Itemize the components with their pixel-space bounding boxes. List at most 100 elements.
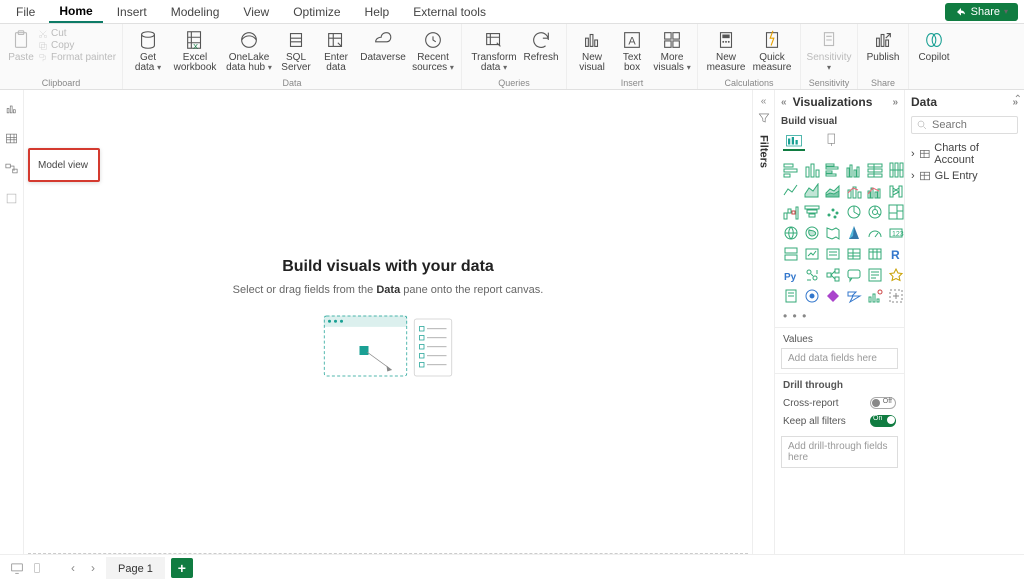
viz-scatter[interactable] — [824, 203, 842, 221]
new-measure-button[interactable]: New measure — [704, 26, 748, 75]
expand-icon[interactable]: » — [892, 97, 898, 108]
viz-map[interactable] — [782, 224, 800, 242]
viz-stacked-column[interactable] — [803, 161, 821, 179]
table-gl-entry[interactable]: › GL Entry — [909, 168, 1020, 184]
viz-100-column[interactable] — [887, 161, 905, 179]
viz-more[interactable]: • • • — [775, 309, 904, 323]
build-tab-fields[interactable] — [783, 131, 805, 151]
model-view-icon[interactable] — [4, 160, 20, 176]
menu-help[interactable]: Help — [355, 2, 400, 22]
viz-line[interactable] — [782, 182, 800, 200]
menu-modeling[interactable]: Modeling — [161, 2, 230, 22]
viz-area[interactable] — [803, 182, 821, 200]
text-box-button[interactable]: AText box — [613, 26, 651, 75]
menu-file[interactable]: File — [6, 2, 45, 22]
share-button[interactable]: Share ▾ — [945, 3, 1018, 21]
viz-paginated[interactable] — [782, 287, 800, 305]
viz-waterfall[interactable] — [782, 203, 800, 221]
viz-clustered-column[interactable] — [845, 161, 863, 179]
viz-donut[interactable] — [866, 203, 884, 221]
transform-data-button[interactable]: Transform data ▾ — [468, 26, 520, 75]
viz-shape-map[interactable] — [824, 224, 842, 242]
viz-powerapps[interactable] — [824, 287, 842, 305]
cross-report-toggle[interactable]: Off — [870, 397, 896, 409]
viz-python[interactable]: Py — [782, 266, 800, 284]
build-tab-format[interactable] — [821, 131, 843, 151]
viz-custom[interactable] — [887, 287, 905, 305]
viz-funnel[interactable] — [803, 203, 821, 221]
viz-matrix[interactable] — [866, 245, 884, 263]
viz-azure-map[interactable] — [845, 224, 863, 242]
viz-pie[interactable] — [845, 203, 863, 221]
menu-external-tools[interactable]: External tools — [403, 2, 496, 22]
table-view-icon[interactable] — [4, 130, 20, 146]
viz-table[interactable] — [845, 245, 863, 263]
viz-line-stacked-column[interactable] — [845, 182, 863, 200]
viz-ribbon[interactable] — [887, 182, 905, 200]
format-painter-button[interactable]: Format painter — [38, 52, 116, 63]
viz-narrative[interactable] — [866, 266, 884, 284]
viz-qa[interactable] — [845, 266, 863, 284]
publish-button[interactable]: Publish — [864, 26, 902, 65]
prev-page-icon[interactable]: ‹ — [66, 561, 80, 575]
search-input[interactable] — [932, 119, 1013, 131]
enter-data-button[interactable]: Enter data — [317, 26, 355, 75]
menu-home[interactable]: Home — [49, 1, 102, 23]
dataverse-button[interactable]: Dataverse — [357, 26, 409, 65]
viz-kpi[interactable] — [803, 245, 821, 263]
viz-stacked-area[interactable] — [824, 182, 842, 200]
table-charts-of-account[interactable]: › Charts of Account — [909, 140, 1020, 168]
search-box[interactable] — [911, 116, 1018, 134]
refresh-button[interactable]: Refresh — [522, 26, 560, 65]
menu-optimize[interactable]: Optimize — [283, 2, 350, 22]
desktop-layout-icon[interactable] — [10, 561, 24, 575]
menu-view[interactable]: View — [233, 2, 279, 22]
viz-card[interactable]: 123 — [887, 224, 905, 242]
new-visual-button[interactable]: New visual — [573, 26, 611, 75]
excel-button[interactable]: XExcel workbook — [169, 26, 221, 75]
viz-multi-card[interactable] — [782, 245, 800, 263]
add-page-button[interactable]: + — [171, 558, 193, 578]
viz-automate[interactable] — [845, 287, 863, 305]
copilot-button[interactable]: Copilot — [915, 26, 953, 65]
viz-arcgis[interactable] — [803, 287, 821, 305]
keep-filters-toggle[interactable]: On — [870, 415, 896, 427]
viz-stacked-bar[interactable] — [782, 161, 800, 179]
viz-spark-bar[interactable] — [866, 287, 884, 305]
quick-measure-button[interactable]: Quick measure — [750, 26, 794, 75]
drill-drop[interactable]: Add drill-through fields here — [781, 436, 898, 468]
report-view-icon[interactable] — [4, 100, 20, 116]
cut-button[interactable]: Cut — [38, 28, 116, 39]
paste-button[interactable]: Paste — [6, 26, 36, 65]
mobile-layout-icon[interactable] — [30, 561, 44, 575]
sensitivity-button[interactable]: Sensitivity▾ — [807, 26, 851, 75]
dax-view-icon[interactable] — [4, 190, 20, 206]
recent-sources-button[interactable]: Recent sources ▾ — [411, 26, 455, 75]
viz-decomposition[interactable] — [824, 266, 842, 284]
viz-gauge[interactable] — [866, 224, 884, 242]
viz-r[interactable]: R — [887, 245, 905, 263]
copy-button[interactable]: Copy — [38, 40, 116, 51]
expand-left-icon[interactable]: « — [761, 96, 767, 107]
page-tab-1[interactable]: Page 1 — [106, 557, 165, 579]
viz-filled-map[interactable] — [803, 224, 821, 242]
viz-goals[interactable] — [887, 266, 905, 284]
get-data-button[interactable]: Get data ▾ — [129, 26, 167, 75]
menu-insert[interactable]: Insert — [107, 2, 157, 22]
onelake-button[interactable]: OneLake data hub ▾ — [223, 26, 275, 75]
viz-slicer[interactable] — [824, 245, 842, 263]
collapse-icon[interactable]: « — [781, 97, 787, 108]
viz-clustered-bar[interactable] — [824, 161, 842, 179]
values-drop[interactable]: Add data fields here — [781, 348, 898, 369]
viz-key-influencer[interactable] — [803, 266, 821, 284]
canvas-subtitle: Select or drag fields from the Data pane… — [233, 284, 544, 296]
ribbon-collapse-icon[interactable]: ⌃ — [1014, 94, 1022, 105]
sql-server-button[interactable]: SQL Server — [277, 26, 315, 75]
next-page-icon[interactable]: › — [86, 561, 100, 575]
viz-100-bar[interactable] — [866, 161, 884, 179]
viz-line-clustered-column[interactable] — [866, 182, 884, 200]
viz-treemap[interactable] — [887, 203, 905, 221]
filters-pane-collapsed[interactable]: « Filters — [752, 90, 774, 554]
more-visuals-button[interactable]: More visuals ▾ — [653, 26, 691, 75]
report-canvas[interactable]: Build visuals with your data Select or d… — [24, 90, 752, 553]
